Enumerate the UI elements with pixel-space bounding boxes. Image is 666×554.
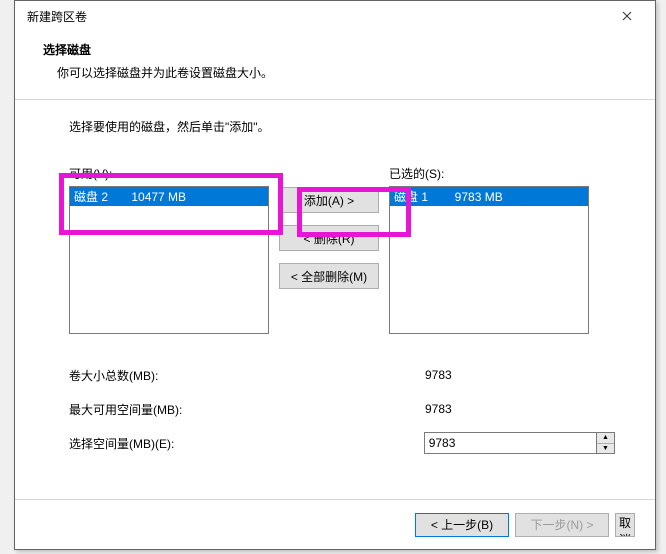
- total-size-label: 卷大小总数(MB):: [69, 367, 425, 384]
- total-size-value: 9783: [425, 368, 597, 382]
- dialog-footer: < 上一步(B) 下一步(N) > 取消: [15, 499, 655, 549]
- selected-label: 已选的(S):: [389, 165, 589, 182]
- new-spanned-volume-dialog: 新建跨区卷 选择磁盘 你可以选择磁盘并为此卷设置磁盘大小。 选择要使用的磁盘，然…: [14, 0, 656, 550]
- dialog-header: 选择磁盘 你可以选择磁盘并为此卷设置磁盘大小。: [15, 31, 655, 99]
- available-disk-item[interactable]: 磁盘 2 10477 MB: [70, 187, 268, 206]
- selected-listbox[interactable]: 磁盘 1 9783 MB: [389, 186, 589, 334]
- header-subtitle: 你可以选择磁盘并为此卷设置磁盘大小。: [43, 64, 627, 81]
- available-label: 可用(V):: [69, 165, 269, 182]
- header-title: 选择磁盘: [43, 41, 627, 58]
- dialog-body: 选择要使用的磁盘，然后单击"添加"。 可用(V): 磁盘 2 10477 MB …: [15, 100, 655, 460]
- spinner-down-button[interactable]: ▼: [597, 444, 614, 454]
- remove-all-button[interactable]: < 全部删除(M): [279, 263, 379, 289]
- select-space-label: 选择空间量(MB)(E):: [69, 435, 424, 452]
- close-icon: [622, 11, 632, 21]
- selected-disk-item[interactable]: 磁盘 1 9783 MB: [390, 187, 588, 206]
- titlebar: 新建跨区卷: [15, 1, 655, 31]
- cancel-button[interactable]: 取消: [615, 513, 635, 537]
- max-space-label: 最大可用空间量(MB):: [69, 401, 425, 418]
- close-button[interactable]: [607, 3, 647, 29]
- remove-button[interactable]: < 删除(R): [279, 225, 379, 251]
- add-button[interactable]: 添加(A) >: [279, 187, 379, 213]
- quantity-stepper: ▲ ▼: [424, 432, 615, 454]
- max-space-value: 9783: [425, 402, 597, 416]
- dialog-title: 新建跨区卷: [27, 8, 87, 25]
- available-listbox[interactable]: 磁盘 2 10477 MB: [69, 186, 269, 334]
- back-button[interactable]: < 上一步(B): [415, 513, 509, 537]
- instruction-text: 选择要使用的磁盘，然后单击"添加"。: [69, 118, 615, 135]
- select-space-input[interactable]: [424, 432, 597, 454]
- spinner-up-button[interactable]: ▲: [597, 433, 614, 444]
- next-button: 下一步(N) >: [515, 513, 609, 537]
